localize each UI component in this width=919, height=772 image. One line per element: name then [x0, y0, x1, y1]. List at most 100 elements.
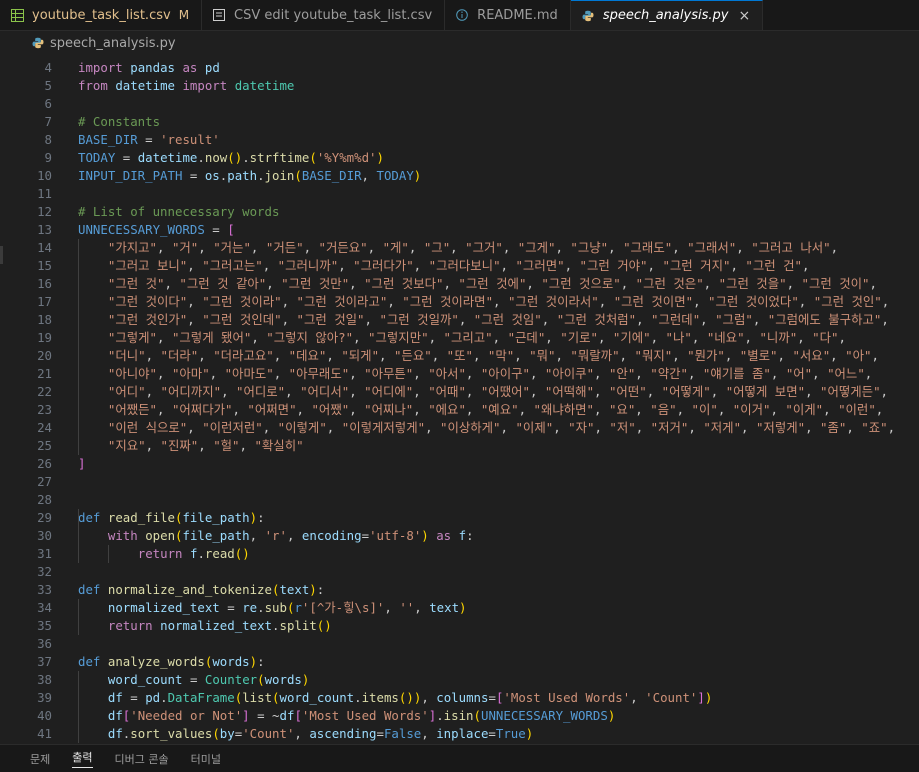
- code-line[interactable]: 28: [0, 491, 919, 509]
- breadcrumb-file[interactable]: speech_analysis.py: [50, 36, 176, 51]
- line-number: 33: [37, 582, 52, 597]
- code-text: return normalized_text.split(): [107, 618, 332, 633]
- tab-speech-analysis[interactable]: speech_analysis.py ×: [570, 0, 764, 30]
- indent-guide: [78, 509, 79, 563]
- code-line[interactable]: 13 UNNECESSARY_WORDS = [: [0, 221, 919, 239]
- code-line[interactable]: 11: [0, 185, 919, 203]
- panel-tab-output[interactable]: 출력: [72, 749, 93, 768]
- code-text: df['Needed or Not'] = ~df['Most Used Wor…: [107, 708, 616, 723]
- code-text: return f.read(): [137, 546, 250, 561]
- tab-readme[interactable]: README.md: [445, 0, 571, 30]
- line-number: 39: [37, 690, 52, 705]
- code-text: "아니야", "아마", "아마도", "아무래도", "아무튼", "아서",…: [107, 366, 873, 381]
- line-number: 10: [37, 168, 52, 183]
- code-line[interactable]: 19 "그렇게", "그렇게 됐어", "그렇지 않아?", "그렇지만", "…: [0, 329, 919, 347]
- code-line[interactable]: 21 "아니야", "아마", "아마도", "아무래도", "아무튼", "아…: [0, 365, 919, 383]
- code-line[interactable]: 15 "그러고 보니", "그러고는", "그러니까", "그러다가", "그러…: [0, 257, 919, 275]
- line-number: 34: [37, 600, 52, 615]
- code-line[interactable]: 16 "그런 것", "그런 것 같아", "그런 것만", "그런 것보다",…: [0, 275, 919, 293]
- panel-tab-problems[interactable]: 문제: [30, 751, 50, 767]
- code-line[interactable]: 14 "가지고", "거", "거는", "거든", "거든요", "게", "…: [0, 239, 919, 257]
- code-line[interactable]: 23 "어쨌든", "어쩌다가", "어쩌면", "어쨌", "어찌나", "에…: [0, 401, 919, 419]
- line-number: 15: [37, 258, 52, 273]
- tab-label: speech_analysis.py: [602, 8, 729, 23]
- code-line[interactable]: 40 df['Needed or Not'] = ~df['Most Used …: [0, 707, 919, 725]
- code-line[interactable]: 22 "어디", "어디까지", "어디로", "어디서", "어디에", "어…: [0, 383, 919, 401]
- code-line[interactable]: 37 def analyze_words(words):: [0, 653, 919, 671]
- code-line[interactable]: 4 import pandas as pd: [0, 59, 919, 77]
- breadcrumb: speech_analysis.py: [0, 30, 919, 56]
- line-number: 17: [37, 294, 52, 309]
- tab-label: youtube_task_list.csv: [32, 7, 171, 23]
- line-number: 29: [37, 510, 52, 525]
- code-line[interactable]: 8 BASE_DIR = 'result': [0, 131, 919, 149]
- code-line[interactable]: 18 "그런 것인가", "그런 것인데", "그런 것일", "그런 것일까"…: [0, 311, 919, 329]
- bottom-panel-tabs: 문제 출력 디버그 콘솔 터미널: [0, 744, 919, 772]
- line-number: 28: [37, 492, 52, 507]
- code-line[interactable]: 10 INPUT_DIR_PATH = os.path.join(BASE_DIR…: [0, 167, 919, 185]
- code-text: word_count = Counter(words): [107, 672, 310, 687]
- tab-label: CSV edit youtube_task_list.csv: [234, 7, 433, 23]
- tab-csv-edit[interactable]: CSV edit youtube_task_list.csv: [202, 0, 446, 30]
- code-line[interactable]: 31 return f.read(): [0, 545, 919, 563]
- code-line[interactable]: 20 "더니", "더라", "더라고요", "데요", "되게", "든요",…: [0, 347, 919, 365]
- indent-guide: [78, 599, 79, 635]
- code-line[interactable]: 29 def read_file(file_path):: [0, 509, 919, 527]
- python-icon: [581, 9, 595, 23]
- python-icon: [32, 37, 44, 49]
- panel-tab-debug-console[interactable]: 디버그 콘솔: [115, 751, 169, 767]
- code-line[interactable]: 17 "그런 것이다", "그런 것이라", "그런 것이라고", "그런 것이…: [0, 293, 919, 311]
- line-number: 7: [44, 114, 52, 129]
- code-text: # Constants: [78, 114, 161, 129]
- code-line[interactable]: 24 "이런 식으로", "이런저런", "이렇게", "이렇게저렇게", "이…: [0, 419, 919, 437]
- code-text: "지요", "진짜", "헐", "확실히": [107, 438, 304, 453]
- code-line[interactable]: 35 return normalized_text.split(): [0, 617, 919, 635]
- code-line[interactable]: 38 word_count = Counter(words): [0, 671, 919, 689]
- line-number: 18: [37, 312, 52, 327]
- code-line[interactable]: 27: [0, 473, 919, 491]
- line-number: 8: [44, 132, 52, 147]
- code-line[interactable]: 26]: [0, 455, 919, 473]
- code-text: # List of unnecessary words: [78, 204, 280, 219]
- code-line[interactable]: 41 df.sort_values(by='Count', ascending=…: [0, 725, 919, 743]
- line-number: 13: [37, 222, 52, 237]
- code-line[interactable]: 33 def normalize_and_tokenize(text):: [0, 581, 919, 599]
- line-number: 22: [37, 384, 52, 399]
- line-number: 26: [37, 456, 52, 471]
- code-text: "그렇게", "그렇게 됐어", "그렇지 않아?", "그렇지만", "그리고…: [107, 330, 846, 345]
- code-line[interactable]: 7 # Constants: [0, 113, 919, 131]
- line-number: 12: [37, 204, 52, 219]
- code-line[interactable]: 39 df = pd.DataFrame(list(word_count.ite…: [0, 689, 919, 707]
- line-number: 37: [37, 654, 52, 669]
- code-line[interactable]: 9 TODAY = datetime.now().strftime('%Y%m%d…: [0, 149, 919, 167]
- indent-guide: [107, 545, 109, 563]
- line-number: 38: [37, 672, 52, 687]
- line-number: 5: [44, 78, 52, 93]
- code-text: from datetime import datetime: [78, 78, 295, 93]
- code-line[interactable]: 30 with open(file_path, 'r', encoding='u…: [0, 527, 919, 545]
- code-line[interactable]: 6: [0, 95, 919, 113]
- line-number: 16: [37, 276, 52, 291]
- line-number: 9: [44, 150, 52, 165]
- code-text: BASE_DIR = 'result': [78, 132, 220, 147]
- code-line[interactable]: 12 # List of unnecessary words: [0, 203, 919, 221]
- code-text: df = pd.DataFrame(list(word_count.items(…: [107, 690, 713, 705]
- code-text: def read_file(file_path):: [78, 510, 265, 525]
- code-line[interactable]: 34 normalized_text = re.sub(r'[^가-힣\s]',…: [0, 599, 919, 617]
- code-text: normalized_text = re.sub(r'[^가-힣\s]', ''…: [107, 600, 467, 615]
- code-text: "더니", "더라", "더라고요", "데요", "되게", "든요", "또…: [107, 348, 879, 363]
- code-editor[interactable]: 4 import pandas as pd 5 from datetime impor…: [0, 56, 919, 744]
- preview-icon: [212, 8, 226, 22]
- code-line[interactable]: 25 "지요", "진짜", "헐", "확실히": [0, 437, 919, 455]
- modified-indicator: M: [178, 8, 190, 22]
- code-text: ]: [78, 456, 86, 471]
- line-number: 36: [37, 636, 52, 651]
- panel-tab-terminal[interactable]: 터미널: [191, 751, 221, 767]
- close-icon[interactable]: ×: [738, 8, 750, 24]
- code-text: df.sort_values(by='Count', ascending=Fal…: [107, 726, 534, 741]
- tab-youtube-task-list-csv[interactable]: youtube_task_list.csv M: [0, 0, 203, 30]
- code-line[interactable]: 32: [0, 563, 919, 581]
- code-line[interactable]: 36: [0, 635, 919, 653]
- line-number: 35: [37, 618, 52, 633]
- code-line[interactable]: 5 from datetime import datetime: [0, 77, 919, 95]
